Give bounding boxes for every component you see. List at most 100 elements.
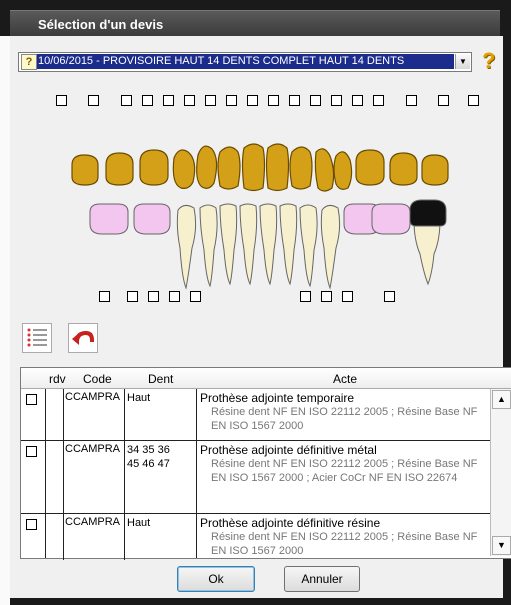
tooth-checkbox[interactable]	[56, 95, 67, 106]
tooth-checkbox[interactable]	[268, 95, 279, 106]
tooth-checkbox[interactable]	[384, 291, 395, 302]
rdv-cell	[45, 514, 62, 558]
tooth-checkbox[interactable]	[468, 95, 479, 106]
acte-detail: Résine dent NF EN ISO 22112 2005 ; Résin…	[211, 458, 478, 484]
cancel-button[interactable]: Annuler	[284, 566, 360, 592]
tooth-lower	[371, 203, 411, 235]
tooth-lower	[299, 204, 318, 288]
table-row[interactable]: CCAMPRA Haut Prothèse adjointe définitiv…	[21, 514, 491, 560]
dental-chart[interactable]	[60, 140, 460, 290]
acte-cell: Prothèse adjointe définitive métal Résin…	[196, 441, 491, 513]
header-rdv: rdv	[49, 372, 66, 386]
row-checkbox[interactable]	[26, 519, 37, 530]
tooth-lower	[320, 204, 341, 290]
tooth-checkbox[interactable]	[190, 291, 201, 302]
tooth-checkbox[interactable]	[289, 95, 300, 106]
tooth-checkbox[interactable]	[438, 95, 449, 106]
rdv-cell	[45, 389, 62, 440]
rdv-cell	[45, 441, 62, 513]
upper-teeth	[71, 143, 449, 192]
dent-cell: Haut	[124, 514, 197, 560]
title-bar[interactable]: Sélection d'un devis	[10, 10, 500, 37]
scroll-up-icon[interactable]: ▲	[492, 390, 511, 409]
tooth-checkbox[interactable]	[169, 291, 180, 302]
tooth-lower	[409, 199, 447, 227]
header-acte: Acte	[333, 372, 358, 386]
acts-table: rdv Code Dent Acte CCAMPRA Haut Prothèse…	[20, 367, 511, 560]
dialog-window: Sélection d'un devis ? 10/06/2015 - PROV…	[0, 0, 511, 605]
help-icon[interactable]: ?	[482, 50, 495, 72]
tooth-lower	[199, 204, 218, 288]
tooth-checkbox[interactable]	[205, 95, 216, 106]
code-cell: CCAMPRA	[63, 389, 125, 442]
tooth-checkbox[interactable]	[127, 291, 138, 302]
table-header: rdv Code Dent Acte	[21, 368, 511, 389]
tooth-lower	[279, 203, 298, 286]
tooth-checkbox[interactable]	[247, 95, 258, 106]
tooth-upper	[389, 152, 418, 186]
dent-cell: 34 35 36 45 46 47	[124, 441, 175, 515]
tooth-checkbox[interactable]	[352, 95, 363, 106]
header-dent: Dent	[148, 372, 174, 386]
tooth-lower	[219, 203, 238, 286]
code-cell: CCAMPRA	[63, 514, 125, 560]
tooth-checkbox[interactable]	[321, 291, 332, 302]
tooth-upper	[217, 146, 241, 190]
code-cell: CCAMPRA	[63, 441, 125, 515]
tooth-upper	[265, 143, 290, 192]
tooth-upper	[105, 152, 134, 186]
tooth-lower	[259, 203, 278, 286]
acte-title: Prothèse adjointe définitive métal	[200, 443, 377, 457]
tooth-upper	[241, 143, 266, 192]
dent-cell: Haut	[124, 389, 197, 442]
tooth-lower	[239, 203, 258, 286]
tooth-upper	[355, 149, 385, 186]
tooth-upper	[139, 149, 169, 186]
tooth-upper	[71, 154, 99, 186]
table-row[interactable]: CCAMPRA 34 35 36 45 46 47 Prothèse adjoi…	[21, 441, 491, 515]
ok-button[interactable]: Ok	[177, 566, 255, 592]
tooth-checkbox[interactable]	[331, 95, 342, 106]
tooth-lower	[413, 219, 441, 286]
tooth-checkbox[interactable]	[310, 95, 321, 106]
devis-select[interactable]: ? 10/06/2015 - PROVISOIRE HAUT 14 DENTS …	[18, 52, 472, 72]
tooth-upper	[196, 145, 218, 189]
undo-button[interactable]	[68, 323, 98, 353]
lower-teeth	[89, 199, 447, 290]
tooth-checkbox[interactable]	[184, 95, 195, 106]
tooth-checkbox[interactable]	[342, 291, 353, 302]
list-button[interactable]	[22, 323, 52, 353]
tooth-checkbox[interactable]	[142, 95, 153, 106]
tooth-upper	[314, 148, 335, 192]
row-checkbox[interactable]	[26, 446, 37, 457]
window-title: Sélection d'un devis	[38, 17, 164, 32]
tooth-checkbox[interactable]	[163, 95, 174, 106]
tooth-checkbox[interactable]	[226, 95, 237, 106]
table-row[interactable]: CCAMPRA Haut Prothèse adjointe temporair…	[21, 389, 491, 442]
tooth-checkbox[interactable]	[88, 95, 99, 106]
chevron-down-icon[interactable]: ▼	[455, 54, 470, 69]
tooth-lower	[176, 204, 197, 290]
tooth-upper	[289, 146, 313, 190]
acte-title: Prothèse adjointe définitive résine	[200, 516, 381, 530]
tooth-checkbox[interactable]	[148, 291, 159, 302]
acte-cell: Prothèse adjointe temporaire Résine dent…	[196, 389, 491, 440]
tooth-checkbox[interactable]	[99, 291, 110, 302]
tooth-lower	[133, 203, 171, 235]
tooth-checkbox[interactable]	[300, 291, 311, 302]
question-icon: ?	[21, 54, 37, 70]
tooth-upper	[333, 151, 353, 190]
tooth-checkbox[interactable]	[121, 95, 132, 106]
acte-detail: Résine dent NF EN ISO 22112 2005 ; Résin…	[211, 406, 478, 432]
background-edge	[0, 36, 10, 605]
acte-title: Prothèse adjointe temporaire	[200, 391, 355, 405]
tooth-checkbox[interactable]	[373, 95, 384, 106]
scroll-down-icon[interactable]: ▼	[492, 536, 511, 555]
header-code: Code	[83, 372, 112, 386]
table-scrollbar[interactable]: ▲ ▼	[490, 389, 511, 556]
row-checkbox[interactable]	[26, 394, 37, 405]
undo-icon	[72, 330, 94, 345]
tooth-checkbox[interactable]	[406, 95, 417, 106]
acte-cell: Prothèse adjointe définitive résine Rési…	[196, 514, 491, 558]
tooth-lower	[89, 203, 129, 235]
